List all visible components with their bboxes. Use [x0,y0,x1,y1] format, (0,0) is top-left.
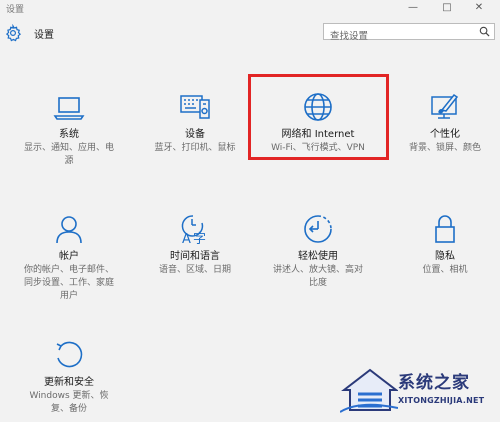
devices-icon [180,95,210,119]
close-button[interactable]: ✕ [466,0,492,16]
tile-accounts[interactable]: 帐户 你的帐户、电子邮件、 同步设置、工作、家庭 用户 [14,212,124,302]
tile-devices[interactable]: 设备 蓝牙、打印机、鼠标 [140,90,250,154]
window-title: 设置 [6,5,25,15]
tile-system[interactable]: 系统 显示、通知、应用、电 源 [14,90,124,167]
tile-name: 个性化 [430,129,460,140]
tile-desc-line: 比度 [308,278,327,288]
tile-personalization[interactable]: 个性化 背景、锁屏、颜色 [390,90,500,154]
svg-text:A: A [182,232,191,246]
paint-monitor-icon [431,93,459,119]
tile-name: 系统 [59,129,79,140]
minimize-button[interactable]: — [400,0,426,16]
time-language-icon: A 字 [181,215,206,246]
maximize-button[interactable]: □ [434,0,460,16]
ease-of-access-icon [304,215,332,243]
tile-desc-line: 同步设置、工作、家庭 [23,278,114,288]
tile-name: 时间和语言 [170,251,220,262]
search-input[interactable] [324,29,480,44]
tile-name: 轻松使用 [298,251,338,262]
tile-desc-line: 语音、区域、日期 [158,265,231,275]
house-logo-icon [340,368,398,413]
tile-desc-line: 复、备份 [50,404,87,414]
tile-name: 帐户 [59,251,79,262]
gear-icon [5,24,22,42]
search-box[interactable] [323,23,495,44]
tile-desc-line: 背景、锁屏、颜色 [408,143,481,153]
tile-desc-line: 位置、相机 [422,265,468,275]
svg-text:字: 字 [193,232,206,246]
tile-desc-line: 显示、通知、应用、电 [23,143,114,153]
laptop-icon [53,97,85,120]
watermark-subtext: XITONGZHIJIA.NET [398,396,485,405]
tile-desc-line: 用户 [59,291,78,301]
header: 设置 [0,18,500,48]
watermark: 系统之家 XITONGZHIJIA.NET [336,360,500,422]
tile-privacy[interactable]: 隐私 位置、相机 [390,212,500,276]
tile-name: 隐私 [435,251,455,262]
tile-name: 更新和安全 [44,377,94,388]
tile-desc-line: 你的帐户、电子邮件、 [23,265,114,275]
refresh-icon [56,341,83,368]
watermark-text: 系统之家 [398,373,470,393]
tile-ease-of-access[interactable]: 轻松使用 讲述人、放大镜、高对 比度 [263,212,373,289]
tile-update-security[interactable]: 更新和安全 Windows 更新、恢 复、备份 [14,338,124,415]
person-icon [56,216,82,244]
tile-desc-line: 蓝牙、打印机、鼠标 [154,143,236,153]
title-bar: 设置 — □ ✕ [0,0,500,16]
highlight-box [248,74,389,160]
tile-desc-line: Windows 更新、恢 [29,391,109,401]
tile-desc-line: 源 [64,156,74,166]
search-icon[interactable] [479,26,490,37]
lock-icon [435,215,455,243]
tile-desc-line: 讲述人、放大镜、高对 [272,265,363,275]
tile-time-language[interactable]: A 字 时间和语言 语音、区域、日期 [140,212,250,276]
page-title: 设置 [34,30,54,41]
tile-name: 设备 [185,129,205,140]
